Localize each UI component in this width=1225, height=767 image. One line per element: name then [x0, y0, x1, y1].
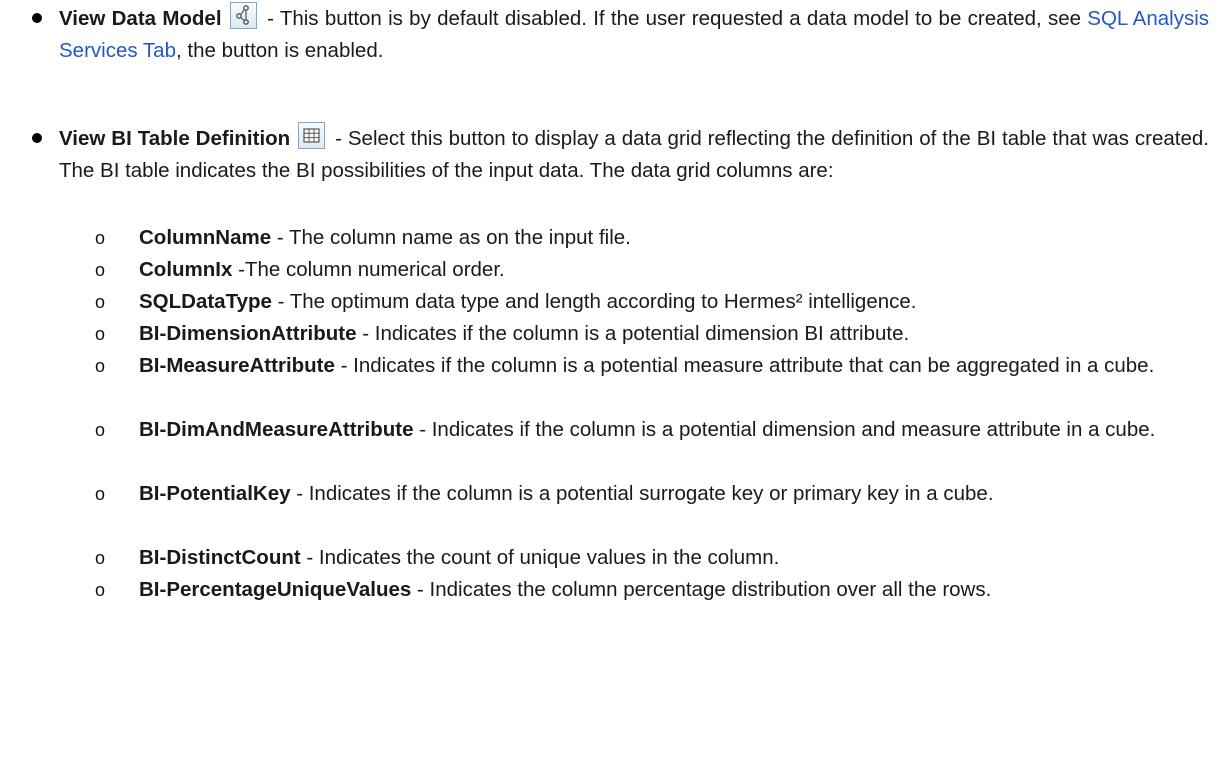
column-item-text: ColumnName - The column name as on the i… — [139, 222, 1205, 254]
bullet-dot — [32, 133, 42, 143]
column-item-text: BI-DimAndMeasureAttribute - Indicates if… — [139, 414, 1205, 446]
circle-bullet-icon: o — [95, 228, 106, 248]
column-item-text: BI-MeasureAttribute - Indicates if the c… — [139, 350, 1205, 382]
column-desc: -The column numerical order. — [232, 258, 505, 281]
circle-bullet-icon: o — [95, 292, 106, 312]
term-view-bi-table-definition: View BI Table Definition — [59, 127, 291, 150]
circle-bullet-icon: o — [95, 420, 106, 440]
column-name: BI-DistinctCount — [139, 546, 301, 569]
column-name: BI-DimAndMeasureAttribute — [139, 418, 414, 441]
circle-bullet-icon: o — [95, 548, 106, 568]
column-name: ColumnIx — [139, 258, 233, 281]
circle-bullet-icon: o — [95, 356, 106, 376]
column-item-text: BI-PercentageUniqueValues - Indicates th… — [139, 574, 1205, 606]
term-view-data-model: View Data Model — [59, 7, 222, 30]
column-name: SQLDataType — [139, 290, 272, 313]
bullet-text: View Data Model - This button is by defa… — [59, 2, 1209, 67]
column-desc: - Indicates if the column is a potential… — [334, 354, 1155, 377]
column-name: BI-PercentageUniqueValues — [139, 578, 412, 601]
column-name: BI-MeasureAttribute — [139, 354, 335, 377]
column-item-text: ColumnIx -The column numerical order. — [139, 254, 1205, 286]
bullet-text: View BI Table Definition - Select this b… — [59, 122, 1209, 187]
circle-bullet-icon: o — [95, 260, 106, 280]
column-item-text: BI-PotentialKey - Indicates if the colum… — [139, 478, 1205, 510]
column-desc: - Indicates if the column is a potential… — [290, 482, 994, 505]
view-data-model-text-end: , the button is enabled. — [175, 39, 384, 62]
bullet-dot — [32, 13, 42, 23]
column-name: BI-PotentialKey — [139, 482, 291, 505]
column-desc: - The optimum data type and length accor… — [271, 290, 917, 313]
column-name: ColumnName — [139, 226, 272, 249]
column-desc: - Indicates if the column is a potential… — [413, 418, 1156, 441]
column-item-text: BI-DistinctCount - Indicates the count o… — [139, 542, 1205, 574]
view-data-model-text: - This button is by default disabled. If… — [267, 7, 1088, 30]
column-item-text: SQLDataType - The optimum data type and … — [139, 286, 1205, 318]
column-item-text: BI-DimensionAttribute - Indicates if the… — [139, 318, 1205, 350]
circle-bullet-icon: o — [95, 324, 106, 344]
circle-bullet-icon: o — [95, 484, 106, 504]
column-desc: - The column name as on the input file. — [271, 226, 631, 249]
data-model-icon[interactable] — [229, 2, 257, 29]
circle-bullet-icon: o — [95, 580, 106, 600]
column-desc: - Indicates the column percentage distri… — [411, 578, 992, 601]
column-name: BI-DimensionAttribute — [139, 322, 357, 345]
column-desc: - Indicates if the column is a potential… — [356, 322, 910, 345]
table-grid-icon[interactable] — [298, 122, 326, 149]
column-desc: - Indicates the count of unique values i… — [300, 546, 780, 569]
